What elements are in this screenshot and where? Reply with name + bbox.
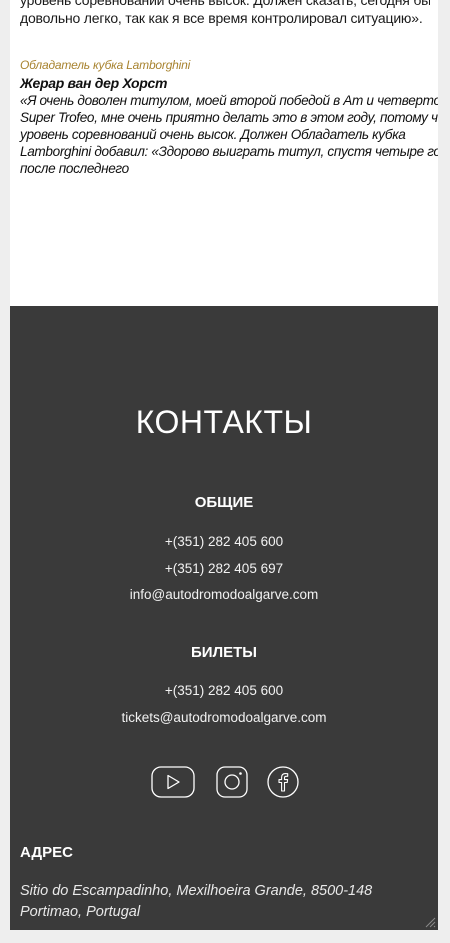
article-text-line: довольно легко, так как я все время конт… [20, 10, 423, 26]
address-heading: АДРЕС [20, 844, 73, 861]
instagram-link[interactable] [216, 766, 248, 798]
footer-contacts: КОНТАКТЫ ОБЩИЕ +(351) 282 405 600 +(351)… [10, 306, 438, 930]
general-email-link[interactable]: info@autodromodoalgarve.com [10, 587, 438, 602]
social-links [10, 766, 438, 800]
page-frame: уровень соревнований очень высок. Должен… [10, 0, 438, 930]
address-text: Sitio do Escampadinho, Mexilhoeira Grand… [20, 883, 373, 920]
quote-line: «Я очень доволен титулом, моей второй по… [20, 93, 438, 108]
youtube-icon [151, 766, 195, 798]
article-section: уровень соревнований очень высок. Должен… [10, 0, 438, 306]
tickets-email-link[interactable]: tickets@autodromodoalgarve.com [10, 710, 438, 725]
general-phone-2-link[interactable]: +(351) 282 405 697 [10, 561, 438, 576]
contacts-heading: КОНТАКТЫ [135, 404, 313, 440]
general-phone-1-link[interactable]: +(351) 282 405 600 [10, 534, 438, 549]
facebook-link[interactable] [267, 766, 299, 798]
general-heading: ОБЩИЕ [194, 494, 254, 511]
quote-text: «Я очень доволен титулом, моей второй по… [20, 92, 438, 177]
quote-line: уровень соревнований очень высок. Должен… [20, 127, 406, 142]
quote-kicker: Обладатель кубка Lamborghini [20, 58, 191, 72]
quote-line: после последнего [20, 161, 129, 176]
tickets-phone-link[interactable]: +(351) 282 405 600 [10, 683, 438, 698]
facebook-icon [267, 766, 299, 798]
article-text-line: уровень соревнований очень высок. Должен… [20, 0, 430, 8]
quote-line: Lamborghini добавил: «Здорово выиграть т… [20, 144, 438, 159]
quote-author: Жерар ван дер Хорст [20, 75, 168, 91]
quote-line: Super Trofeo, мне очень приятно делать э… [20, 110, 438, 125]
instagram-icon [216, 766, 248, 798]
tickets-heading: БИЛЕТЫ [191, 644, 257, 661]
resize-grip-icon[interactable] [424, 916, 436, 928]
youtube-link[interactable] [151, 766, 195, 798]
